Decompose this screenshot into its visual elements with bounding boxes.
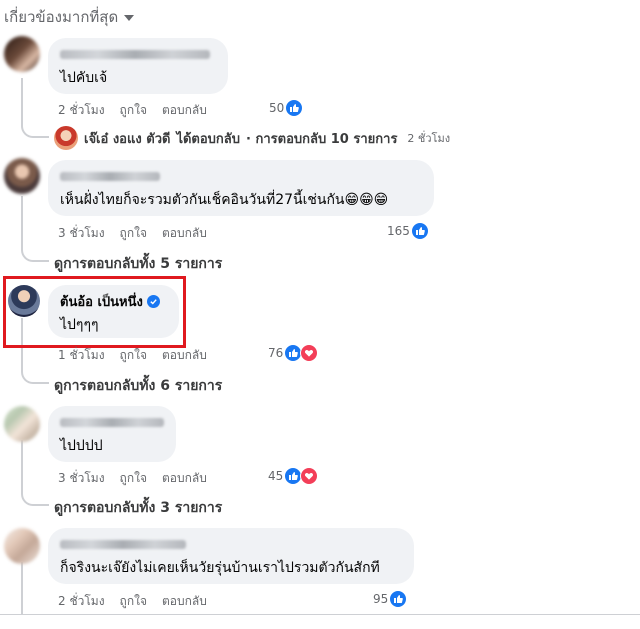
like-reaction-icon bbox=[285, 99, 304, 117]
reaction-count: 165 bbox=[387, 224, 410, 238]
thread-line bbox=[21, 78, 23, 118]
reply-summary: · การตอบกลับ 10 รายการ bbox=[246, 131, 398, 147]
like-button[interactable]: ถูกใจ bbox=[120, 592, 147, 611]
love-reaction-icon bbox=[300, 467, 319, 485]
like-reaction-icon bbox=[410, 222, 429, 240]
avatar[interactable] bbox=[4, 36, 40, 72]
reply-action: ได้ตอบกลับ bbox=[176, 131, 241, 147]
like-button[interactable]: ถูกใจ bbox=[120, 224, 147, 243]
reaction-summary[interactable]: 45 bbox=[268, 467, 319, 485]
highlight-box bbox=[3, 276, 186, 348]
love-reaction-icon bbox=[300, 344, 319, 362]
reply-time: 2 ชั่วโมง bbox=[407, 132, 451, 145]
avatar[interactable] bbox=[4, 406, 40, 442]
comment-actions: 2 ชั่วโมง ถูกใจ ตอบกลับ bbox=[58, 101, 207, 120]
comment-bubble: ก็จริงนะเจ๊ยังไม่เคยเห็นวัยรุ่นบ้านเราไป… bbox=[48, 528, 414, 584]
thread-connector bbox=[21, 118, 49, 138]
comment-actions: 1 ชั่วโมง ถูกใจ ตอบกลับ bbox=[58, 346, 207, 365]
author-name-redacted[interactable] bbox=[60, 168, 422, 184]
comment-actions: 3 ชั่วโมง ถูกใจ ตอบกลับ bbox=[58, 224, 207, 243]
like-button[interactable]: ถูกใจ bbox=[120, 346, 147, 365]
caret-down-icon bbox=[124, 15, 135, 21]
reaction-count: 95 bbox=[373, 592, 389, 606]
comment-bubble: เห็นฝั่งไทยก็จะรวมตัวกันเช็คอินวันที่27น… bbox=[48, 160, 434, 216]
comment-actions: 2 ชั่วโมง ถูกใจ ตอบกลับ bbox=[58, 592, 207, 611]
reaction-count: 50 bbox=[269, 101, 285, 115]
author-name-redacted[interactable] bbox=[60, 414, 164, 430]
avatar[interactable] bbox=[4, 158, 40, 194]
comment-time[interactable]: 2 ชั่วโมง bbox=[58, 101, 105, 120]
avatar bbox=[54, 126, 78, 150]
comment-actions: 3 ชั่วโมง ถูกใจ ตอบกลับ bbox=[58, 469, 207, 488]
comment-text: ไปคับเจ้ bbox=[60, 70, 108, 86]
divider bbox=[0, 614, 640, 615]
reply-button[interactable]: ตอบกลับ bbox=[162, 346, 207, 365]
like-reaction-icon bbox=[389, 590, 408, 608]
reaction-summary[interactable]: 76 bbox=[268, 344, 319, 362]
reply-button[interactable]: ตอบกลับ bbox=[162, 592, 207, 611]
reply-author: เจ๊เอ๋ งอแง ตัวดี bbox=[84, 131, 171, 147]
reaction-count: 45 bbox=[268, 469, 284, 483]
reaction-summary[interactable]: 95 bbox=[373, 590, 408, 608]
like-button[interactable]: ถูกใจ bbox=[120, 469, 147, 488]
avatar[interactable] bbox=[4, 528, 40, 564]
reply-preview[interactable]: เจ๊เอ๋ งอแง ตัวดี ได้ตอบกลับ · การตอบกลั… bbox=[54, 126, 450, 150]
comment-bubble: ไปคับเจ้ bbox=[48, 38, 228, 94]
view-replies-link[interactable]: ดูการตอบกลับทั้ง 5 รายการ bbox=[54, 253, 222, 275]
view-replies-link[interactable]: ดูการตอบกลับทั้ง 6 รายการ bbox=[54, 375, 222, 397]
thread-connector bbox=[21, 440, 49, 506]
comment-text: เห็นฝั่งไทยก็จะรวมตัวกันเช็คอินวันที่27น… bbox=[60, 192, 389, 208]
author-name-redacted[interactable] bbox=[60, 46, 216, 62]
like-button[interactable]: ถูกใจ bbox=[120, 101, 147, 120]
comment-time[interactable]: 2 ชั่วโมง bbox=[58, 592, 105, 611]
reaction-summary[interactable]: 165 bbox=[387, 222, 429, 240]
author-name-redacted[interactable] bbox=[60, 536, 402, 552]
reaction-count: 76 bbox=[268, 346, 284, 360]
sort-dropdown[interactable]: เกี่ยวข้องมากที่สุด bbox=[4, 5, 135, 29]
comment-time[interactable]: 3 ชั่วโมง bbox=[58, 224, 105, 243]
comment-text: ก็จริงนะเจ๊ยังไม่เคยเห็นวัยรุ่นบ้านเราไป… bbox=[60, 560, 380, 576]
comment-time[interactable]: 3 ชั่วโมง bbox=[58, 469, 105, 488]
thread-line bbox=[21, 562, 23, 614]
view-replies-link[interactable]: ดูการตอบกลับทั้ง 3 รายการ bbox=[54, 497, 222, 519]
reply-button[interactable]: ตอบกลับ bbox=[162, 224, 207, 243]
comment-text: ไปปปป bbox=[60, 438, 103, 454]
reaction-summary[interactable]: 50 bbox=[269, 99, 304, 117]
comment-bubble: ไปปปป bbox=[48, 406, 176, 462]
reply-button[interactable]: ตอบกลับ bbox=[162, 101, 207, 120]
thread-connector bbox=[21, 196, 49, 262]
sort-label: เกี่ยวข้องมากที่สุด bbox=[4, 8, 119, 26]
comment-time[interactable]: 1 ชั่วโมง bbox=[58, 346, 105, 365]
reply-button[interactable]: ตอบกลับ bbox=[162, 469, 207, 488]
